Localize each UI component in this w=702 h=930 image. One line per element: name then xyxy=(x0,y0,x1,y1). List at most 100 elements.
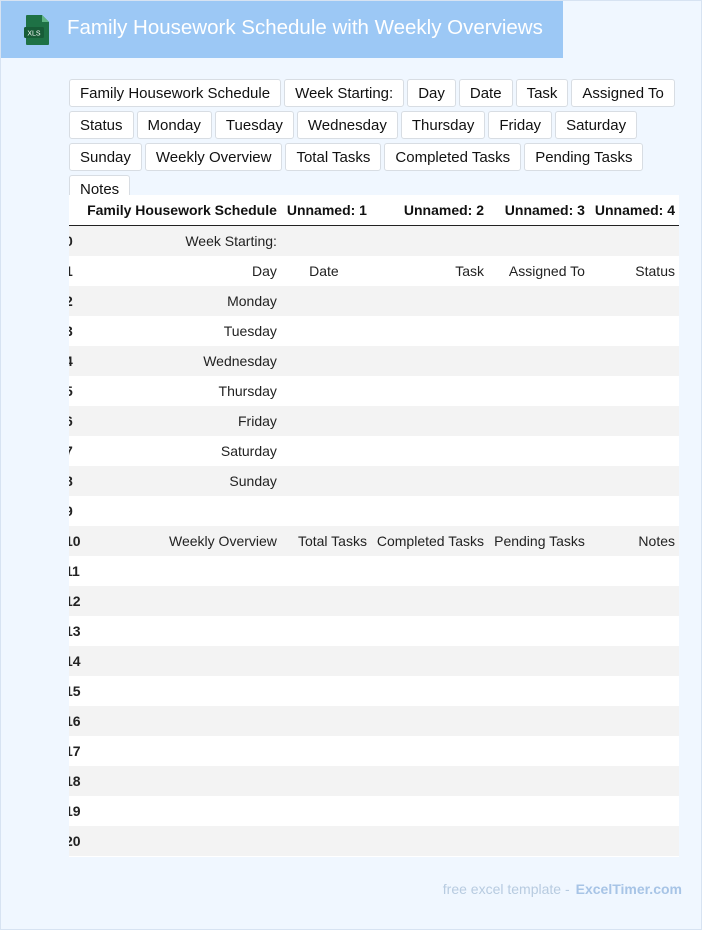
table-cell[interactable]: Status xyxy=(589,256,679,286)
table-cell[interactable] xyxy=(281,436,371,466)
table-cell[interactable] xyxy=(281,676,371,706)
table-cell[interactable] xyxy=(371,676,488,706)
table-cell[interactable] xyxy=(85,796,281,826)
table-cell[interactable] xyxy=(488,316,589,346)
column-chip[interactable]: Monday xyxy=(136,111,212,139)
table-cell[interactable]: Saturday xyxy=(85,436,281,466)
table-cell[interactable]: Tuesday xyxy=(85,316,281,346)
column-chip[interactable]: Completed Tasks xyxy=(384,143,522,171)
column-chip[interactable]: Friday xyxy=(488,111,553,139)
table-cell[interactable]: Thursday xyxy=(85,376,281,406)
table-cell[interactable] xyxy=(371,556,488,586)
table-cell[interactable] xyxy=(281,466,371,496)
table-cell[interactable]: Friday xyxy=(85,406,281,436)
table-cell[interactable] xyxy=(488,796,589,826)
table-cell[interactable] xyxy=(488,676,589,706)
table-cell[interactable]: Task xyxy=(371,256,488,286)
table-cell[interactable] xyxy=(589,796,679,826)
table-cell[interactable] xyxy=(281,316,371,346)
table-cell[interactable] xyxy=(281,346,371,376)
table-cell[interactable] xyxy=(488,436,589,466)
table-cell[interactable] xyxy=(488,376,589,406)
table-cell[interactable] xyxy=(371,436,488,466)
table-cell[interactable] xyxy=(371,826,488,856)
table-cell[interactable]: Total Tasks xyxy=(281,526,371,556)
table-cell[interactable] xyxy=(589,316,679,346)
column-chip[interactable]: Date xyxy=(458,79,513,107)
table-cell[interactable] xyxy=(85,616,281,646)
table-cell[interactable]: Completed Tasks xyxy=(371,526,488,556)
table-cell[interactable] xyxy=(371,406,488,436)
table-cell[interactable] xyxy=(488,496,589,526)
column-chip[interactable]: Pending Tasks xyxy=(524,143,644,171)
table-cell[interactable] xyxy=(488,406,589,436)
table-cell[interactable] xyxy=(281,496,371,526)
table-cell[interactable]: Date xyxy=(281,256,371,286)
table-cell[interactable] xyxy=(589,346,679,376)
table-cell[interactable] xyxy=(281,706,371,736)
table-cell[interactable] xyxy=(488,646,589,676)
table-cell[interactable] xyxy=(371,736,488,766)
table-cell[interactable]: Weekly Overview xyxy=(85,526,281,556)
table-cell[interactable] xyxy=(488,466,589,496)
table-cell[interactable] xyxy=(589,406,679,436)
table-cell[interactable] xyxy=(281,586,371,616)
column-chip[interactable]: Sunday xyxy=(69,143,142,171)
table-cell[interactable] xyxy=(85,496,281,526)
table-cell[interactable]: Notes xyxy=(589,526,679,556)
table-cell[interactable] xyxy=(488,226,589,257)
table-cell[interactable] xyxy=(85,676,281,706)
column-chip[interactable]: Task xyxy=(515,79,569,107)
table-cell[interactable] xyxy=(589,646,679,676)
table-cell[interactable] xyxy=(589,616,679,646)
table-cell[interactable] xyxy=(589,586,679,616)
table-cell[interactable]: Pending Tasks xyxy=(488,526,589,556)
table-cell[interactable] xyxy=(488,556,589,586)
column-chip[interactable]: Wednesday xyxy=(296,111,398,139)
table-cell[interactable] xyxy=(85,736,281,766)
table-cell[interactable] xyxy=(371,286,488,316)
table-cell[interactable] xyxy=(488,286,589,316)
table-cell[interactable]: Assigned To xyxy=(488,256,589,286)
table-cell[interactable] xyxy=(589,466,679,496)
column-chip[interactable]: Weekly Overview xyxy=(144,143,283,171)
table-cell[interactable] xyxy=(85,826,281,856)
table-cell[interactable] xyxy=(281,646,371,676)
column-chip[interactable]: Status xyxy=(69,111,134,139)
column-chip[interactable]: Saturday xyxy=(555,111,638,139)
table-cell[interactable] xyxy=(371,616,488,646)
table-cell[interactable] xyxy=(281,796,371,826)
table-cell[interactable] xyxy=(488,766,589,796)
table-cell[interactable] xyxy=(371,226,488,257)
table-cell[interactable] xyxy=(281,376,371,406)
table-cell[interactable] xyxy=(589,736,679,766)
table-cell[interactable] xyxy=(488,706,589,736)
table-cell[interactable] xyxy=(589,376,679,406)
table-cell[interactable] xyxy=(371,316,488,346)
table-cell[interactable] xyxy=(488,736,589,766)
table-cell[interactable] xyxy=(281,226,371,257)
table-cell[interactable] xyxy=(371,586,488,616)
table-cell[interactable] xyxy=(281,406,371,436)
column-chip[interactable]: Total Tasks xyxy=(285,143,382,171)
column-chip[interactable]: Day xyxy=(407,79,456,107)
table-cell[interactable] xyxy=(281,286,371,316)
footer-brand-link[interactable]: ExcelTimer.com xyxy=(576,881,682,897)
table-cell[interactable] xyxy=(589,766,679,796)
table-cell[interactable] xyxy=(371,766,488,796)
table-cell[interactable] xyxy=(488,586,589,616)
table-cell[interactable] xyxy=(589,436,679,466)
column-chip[interactable]: Assigned To xyxy=(571,79,675,107)
data-table-viewport[interactable]: Family Housework Schedule Unnamed: 1 Unnam… xyxy=(69,195,679,857)
table-cell[interactable] xyxy=(371,346,488,376)
table-cell[interactable] xyxy=(488,826,589,856)
table-cell[interactable] xyxy=(371,466,488,496)
column-chip[interactable]: Thursday xyxy=(400,111,486,139)
table-cell[interactable]: Wednesday xyxy=(85,346,281,376)
table-cell[interactable] xyxy=(281,766,371,796)
table-cell[interactable] xyxy=(589,676,679,706)
table-cell[interactable] xyxy=(589,496,679,526)
table-cell[interactable]: Week Starting: xyxy=(85,226,281,257)
table-cell[interactable] xyxy=(281,826,371,856)
table-cell[interactable] xyxy=(281,616,371,646)
